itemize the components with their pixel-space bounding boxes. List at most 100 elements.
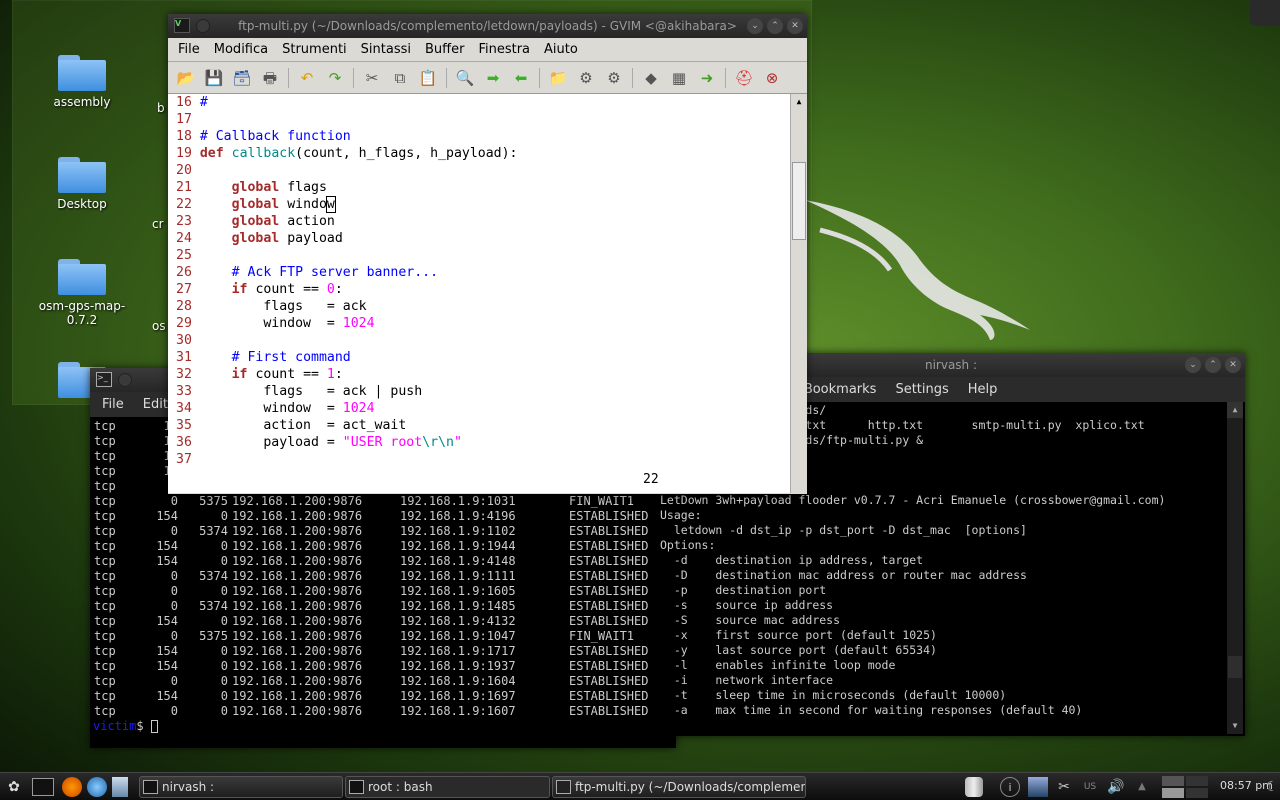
- menu-bookmarks[interactable]: Bookmarks: [804, 382, 877, 397]
- code-line: 19 def callback(count, h_flags, h_payloa…: [168, 145, 807, 162]
- toolbar: 📂 💾 🗃 🖶 ↶ ↷ ✂ ⧉ 📋 🔍 ➡ ⬅ 📁 ⚙ ⚙ ◆ ▦ ➜ ⛑ ⊗: [168, 62, 807, 94]
- menu-help[interactable]: Help: [968, 382, 998, 397]
- load-session-icon[interactable]: 📁: [548, 68, 568, 88]
- shell-icon[interactable]: ▦: [669, 68, 689, 88]
- network-icon[interactable]: [1028, 777, 1048, 797]
- editor-buffer[interactable]: ▲ 22 16 #17 18 # Callback function 19 def…: [168, 94, 807, 493]
- redo-icon[interactable]: ↷: [325, 68, 345, 88]
- scrollbar-thumb[interactable]: [792, 162, 806, 240]
- scroll-down-icon[interactable]: ▼: [1227, 718, 1243, 734]
- dashboard-icon[interactable]: ☾: [1262, 777, 1280, 797]
- scrollbar[interactable]: ▲: [790, 94, 807, 493]
- find-prev-icon[interactable]: ⬅: [511, 68, 531, 88]
- scrollbar-thumb[interactable]: [1228, 656, 1242, 678]
- scroll-up-icon[interactable]: ▲: [791, 94, 807, 110]
- desktop-icon[interactable]: osm-gps-map- 0.7.2: [37, 259, 127, 327]
- netstat-cell: tcp: [94, 689, 116, 703]
- code-token: :: [334, 367, 343, 382]
- menu-finestra[interactable]: Finestra: [478, 42, 530, 57]
- folder-icon: [58, 259, 106, 295]
- terminal-line: -D destination mac address or router mac…: [657, 568, 1245, 583]
- make-icon[interactable]: ◆: [641, 68, 661, 88]
- print-icon[interactable]: 🖶: [260, 68, 280, 88]
- open-icon[interactable]: 📂: [176, 68, 196, 88]
- menu-file[interactable]: File: [178, 42, 200, 57]
- tag-jump-icon[interactable]: ➜: [697, 68, 717, 88]
- menu-settings[interactable]: Settings: [895, 382, 948, 397]
- netstat-cell: 0: [220, 554, 228, 568]
- netstat-cell: 0: [220, 659, 228, 673]
- netstat-cell: 192.168.1.9:1031: [400, 494, 516, 508]
- minimize-button[interactable]: ⌄: [747, 18, 763, 34]
- menu-modifica[interactable]: Modifica: [214, 42, 268, 57]
- run-script-icon[interactable]: ⚙: [604, 68, 624, 88]
- help-icon[interactable]: ⛑: [734, 68, 754, 88]
- firefox-icon[interactable]: [62, 777, 82, 797]
- task-root-bash[interactable]: root : bash: [345, 776, 550, 798]
- title-bar[interactable]: V ftp-multi.py (~/Downloads/complemento/…: [168, 14, 807, 38]
- line-number: 19: [176, 146, 192, 161]
- desktop-icon[interactable]: assembly: [37, 55, 127, 109]
- code-token: global: [231, 180, 280, 195]
- netstat-cell: 0: [170, 584, 178, 598]
- sticky-button[interactable]: [118, 373, 132, 387]
- terminal-line: LetDown 3wh+payload flooder v0.7.7 - Acr…: [657, 493, 1245, 508]
- sticky-button[interactable]: [196, 19, 210, 33]
- menu-edit[interactable]: Edit: [143, 397, 168, 412]
- window-title: ftp-multi.py (~/Downloads/complemento/le…: [238, 19, 737, 33]
- line-number: 30: [176, 333, 192, 348]
- netstat-cell: 0: [170, 599, 178, 613]
- netstat-cell: 154: [156, 614, 178, 628]
- notifications-icon[interactable]: ▲: [1132, 777, 1152, 797]
- scroll-up-icon[interactable]: ▲: [1227, 402, 1243, 418]
- find-help-icon[interactable]: ⊗: [762, 68, 782, 88]
- trash-icon[interactable]: [965, 777, 983, 797]
- virtual-desktop-pager[interactable]: [1162, 776, 1208, 798]
- menu-buffer[interactable]: Buffer: [425, 42, 464, 57]
- find-next-icon[interactable]: ➡: [483, 68, 503, 88]
- info-icon[interactable]: i: [1000, 777, 1020, 797]
- terminal-launcher-icon[interactable]: [32, 778, 54, 796]
- klipper-scissors-icon[interactable]: ✂: [1054, 777, 1074, 797]
- menu-aiuto[interactable]: Aiuto: [544, 42, 578, 57]
- menu-file[interactable]: File: [102, 397, 124, 412]
- save-icon[interactable]: 💾: [204, 68, 224, 88]
- task-nirvash[interactable]: nirvash :: [139, 776, 343, 798]
- netstat-cell: 154: [156, 509, 178, 523]
- task-gvim[interactable]: ftp-multi.py (~/Downloads/complemento/le…: [552, 776, 806, 798]
- netstat-cell: ESTABLISHED: [569, 524, 649, 538]
- code-line: 28 flags = ack: [168, 298, 807, 315]
- scrollbar[interactable]: ▲ ▼: [1227, 402, 1243, 734]
- maximize-button[interactable]: ⌃: [767, 18, 783, 34]
- netstat-cell: ESTABLISHED: [569, 569, 649, 583]
- netstat-cell: 5375: [199, 629, 228, 643]
- menu-sintassi[interactable]: Sintassi: [361, 42, 411, 57]
- file-manager-icon[interactable]: [112, 777, 128, 797]
- netstat-cell: tcp: [94, 524, 116, 538]
- keyboard-layout-indicator[interactable]: US: [1080, 777, 1100, 797]
- desktop-toolbox-button[interactable]: [1250, 0, 1280, 26]
- kali-menu-icon[interactable]: ✿: [4, 777, 24, 797]
- browser-icon[interactable]: [87, 777, 107, 797]
- find-replace-icon[interactable]: 🔍: [455, 68, 475, 88]
- netstat-cell: tcp: [94, 419, 116, 433]
- cut-icon[interactable]: ✂: [362, 68, 382, 88]
- desktop-icon[interactable]: Desktop: [37, 157, 127, 211]
- maximize-button[interactable]: ⌃: [1205, 357, 1221, 373]
- save-session-icon[interactable]: ⚙: [576, 68, 596, 88]
- copy-icon[interactable]: ⧉: [390, 68, 410, 88]
- minimize-button[interactable]: ⌄: [1185, 357, 1201, 373]
- close-button[interactable]: ✕: [787, 18, 803, 34]
- paste-icon[interactable]: 📋: [418, 68, 438, 88]
- menu-strumenti[interactable]: Strumenti: [282, 42, 347, 57]
- line-number: 34: [176, 401, 192, 416]
- line-number: 23: [176, 214, 192, 229]
- netstat-cell: 154: [156, 689, 178, 703]
- undo-icon[interactable]: ↶: [297, 68, 317, 88]
- save-all-icon[interactable]: 🗃: [232, 68, 252, 88]
- netstat-cell: 192.168.1.200:9876: [232, 509, 363, 523]
- volume-icon[interactable]: 🔊: [1106, 777, 1126, 797]
- close-button[interactable]: ✕: [1225, 357, 1241, 373]
